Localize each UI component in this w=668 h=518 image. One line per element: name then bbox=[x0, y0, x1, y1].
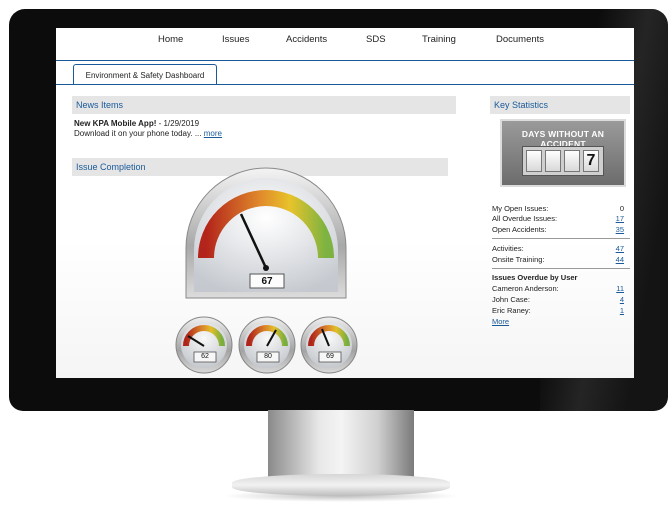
overdue-user-name-1: Cameron Anderson: bbox=[492, 284, 559, 293]
stat-label-activities: Activities: bbox=[492, 244, 524, 253]
small-gauge-1-value: 62 bbox=[201, 353, 209, 360]
stat-label-open-accidents: Open Accidents: bbox=[492, 225, 547, 234]
small-gauge-3-value: 69 bbox=[326, 353, 334, 360]
days-counter-value: 7 bbox=[583, 150, 599, 172]
counter-digit-blank-2 bbox=[545, 150, 561, 172]
monitor-stand-neck bbox=[268, 410, 414, 480]
main-gauge-value: 67 bbox=[261, 276, 273, 287]
gauge-cluster bbox=[175, 167, 358, 374]
main-gauge-hub bbox=[263, 265, 269, 271]
key-statistics-heading: Key Statistics bbox=[490, 96, 630, 114]
overdue-user-name-2: John Case: bbox=[492, 295, 530, 304]
overdue-user-name-3: Eric Raney: bbox=[492, 306, 531, 315]
dashboard-screen: Home Issues Accidents SDS Training Docum… bbox=[56, 28, 634, 378]
stat-label-onsite-training: Onsite Training: bbox=[492, 255, 545, 264]
overdue-user-link-2[interactable]: 4 bbox=[604, 295, 624, 304]
stats-divider-1 bbox=[492, 238, 630, 239]
small-gauge-3 bbox=[300, 316, 358, 374]
overdue-more-link[interactable]: More bbox=[492, 317, 509, 326]
stat-link-activities[interactable]: 47 bbox=[604, 244, 624, 253]
small-gauge-2 bbox=[238, 316, 296, 374]
stats-divider-2 bbox=[492, 268, 630, 269]
stat-label-my-open-issues: My Open Issues: bbox=[492, 204, 549, 213]
stat-value-my-open-issues: 0 bbox=[619, 204, 624, 213]
counter-digit-blank-3 bbox=[564, 150, 580, 172]
overdue-user-link-3[interactable]: 1 bbox=[604, 306, 624, 315]
overdue-user-link-1[interactable]: 11 bbox=[604, 284, 624, 293]
small-gauge-2-value: 80 bbox=[264, 353, 272, 360]
counter-digit-blank-1 bbox=[526, 150, 542, 172]
issues-overdue-by-user-heading: Issues Overdue by User bbox=[492, 273, 578, 282]
stat-link-all-overdue-issues[interactable]: 17 bbox=[604, 214, 624, 223]
stat-label-all-overdue-issues: All Overdue Issues: bbox=[492, 214, 558, 223]
small-gauge-1 bbox=[175, 316, 233, 374]
monitor-stand-base bbox=[232, 474, 450, 496]
days-without-accident-panel: DAYS WITHOUT AN ACCIDENT 7 bbox=[500, 119, 626, 187]
stat-link-open-accidents[interactable]: 35 bbox=[604, 225, 624, 234]
stat-link-onsite-training[interactable]: 44 bbox=[604, 255, 624, 264]
days-counter: 7 bbox=[522, 146, 604, 176]
